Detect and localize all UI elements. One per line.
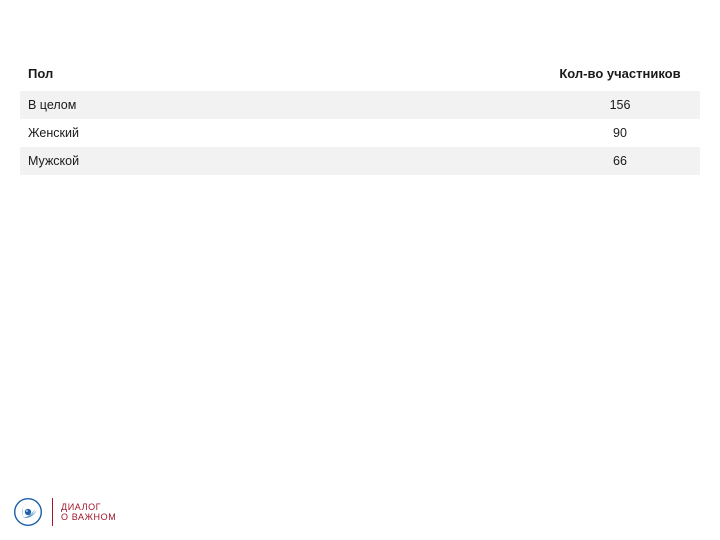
- participants-table: Пол Кол-во участников В целом 156 Женски…: [20, 56, 700, 175]
- footer-brand-text: ДИАЛОГ О ВАЖНОМ: [61, 502, 116, 523]
- cell-count: 90: [540, 119, 700, 147]
- cell-category: В целом: [20, 91, 540, 119]
- main-content: Пол Кол-во участников В целом 156 Женски…: [0, 0, 720, 175]
- table-header-row: Пол Кол-во участников: [20, 56, 700, 91]
- cell-count: 156: [540, 91, 700, 119]
- table-row: Женский 90: [20, 119, 700, 147]
- footer-divider: [52, 498, 53, 526]
- cell-count: 66: [540, 147, 700, 175]
- footer-line1: ДИАЛОГ: [61, 502, 116, 512]
- cell-category: Мужской: [20, 147, 540, 175]
- column-header-category: Пол: [20, 56, 540, 91]
- footer: ДИАЛОГ О ВАЖНОМ: [14, 498, 116, 526]
- rosatom-logo-icon: [14, 498, 42, 526]
- column-header-count: Кол-во участников: [540, 56, 700, 91]
- cell-category: Женский: [20, 119, 540, 147]
- table-row: Мужской 66: [20, 147, 700, 175]
- table-row: В целом 156: [20, 91, 700, 119]
- footer-line2: О ВАЖНОМ: [61, 512, 116, 522]
